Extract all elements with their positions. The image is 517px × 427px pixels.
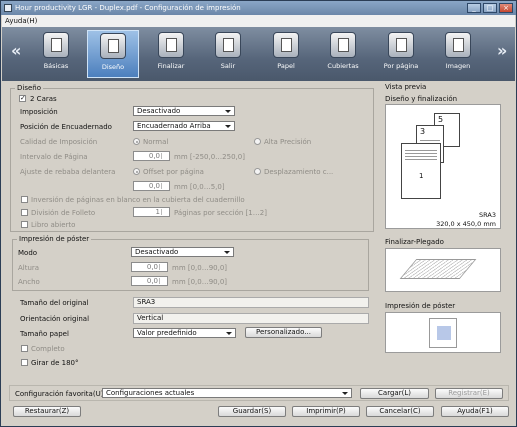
preview-title: Vista previa xyxy=(385,83,427,91)
print-settings-window: Hour productivity LGR - Duplex.pdf - Con… xyxy=(0,0,517,427)
booklet-division-checkbox[interactable] xyxy=(21,209,28,216)
binding-select[interactable]: Encuadernado Arriba xyxy=(133,121,235,131)
paper-size-label: Tamaño papel xyxy=(20,330,69,338)
interval-spinner[interactable]: 0,0 xyxy=(133,151,170,161)
paper-icon xyxy=(273,32,299,58)
booklet-division-label: División de Folleto xyxy=(31,209,96,217)
binding-label: Posición de Encuadernado xyxy=(20,123,112,131)
bleed-offset-radio[interactable] xyxy=(133,168,140,175)
complete-checkbox[interactable] xyxy=(21,345,28,352)
tab-por-pagina[interactable]: Por página xyxy=(375,30,427,78)
fold-preview xyxy=(385,248,501,292)
interval-range: mm [-250,0…250,0] xyxy=(174,153,245,161)
duplex-checkbox[interactable] xyxy=(19,94,26,102)
minimize-button[interactable]: _ xyxy=(467,3,481,13)
poster-height-label: Altura xyxy=(18,264,40,272)
quality-normal-label: Normal xyxy=(143,138,169,146)
preview-page-1: 1 xyxy=(401,143,441,199)
quality-normal-radio[interactable] xyxy=(133,138,140,145)
design-group-title: Diseño xyxy=(15,84,44,92)
tab-cubiertas[interactable]: Cubiertas xyxy=(317,30,369,78)
open-book-checkbox[interactable] xyxy=(21,221,28,228)
poster-mode-label: Modo xyxy=(18,249,38,257)
interval-label: Intervalo de Página xyxy=(20,153,88,161)
design-finish-title: Diseño y finalización xyxy=(385,95,458,103)
pages-per-section-spinner[interactable]: 1 xyxy=(133,207,170,217)
preview-paper-name: SRA3 xyxy=(479,211,496,219)
poster-group-title: Impresión de póster xyxy=(17,235,92,243)
poster-height-spinner[interactable]: 0,0 xyxy=(131,262,168,272)
basic-settings-icon xyxy=(43,32,69,58)
open-book-label: Libro abierto xyxy=(31,221,76,229)
imposition-select[interactable]: Desactivado xyxy=(133,106,235,116)
fold-title: Finalizar-Plegado xyxy=(385,238,444,246)
favorites-select[interactable]: Configuraciones actuales xyxy=(102,388,352,398)
window-title: Hour productivity LGR - Duplex.pdf - Con… xyxy=(15,4,241,12)
poster-width-label: Ancho xyxy=(18,278,40,286)
print-button[interactable]: Imprimir(P) xyxy=(292,406,360,417)
layout-icon xyxy=(100,33,126,59)
bleed-label: Ajuste de rebaba delantera xyxy=(20,168,116,176)
cancel-button[interactable]: Cancelar(C) xyxy=(366,406,434,417)
help-button[interactable]: Ayuda(F1) xyxy=(441,406,509,417)
poster-mode-select[interactable]: Desactivado xyxy=(131,247,234,257)
save-button[interactable]: Guardar(S) xyxy=(218,406,286,417)
tab-papel[interactable]: Papel xyxy=(260,30,312,78)
layout-preview: 5 3 1 SRA3 320,0 x 450,0 mm xyxy=(385,104,501,229)
bleed-shift-label: Desplazamiento c... xyxy=(264,168,334,176)
restore-button[interactable]: Restaurar(Z) xyxy=(13,406,81,417)
original-size-field: SRA3 xyxy=(133,297,369,308)
category-toolbar: « » Básicas Diseño Finalizar Salir Papel… xyxy=(2,27,515,81)
menu-help[interactable]: Ayuda(H) xyxy=(5,17,37,25)
insert-blank-checkbox[interactable] xyxy=(21,196,28,203)
tab-finalizar[interactable]: Finalizar xyxy=(145,30,197,78)
register-button[interactable]: Registrar(E) xyxy=(435,388,503,399)
tab-diseno[interactable]: Diseño xyxy=(87,30,139,78)
rotate-180-label: Girar de 180° xyxy=(31,359,79,367)
output-icon xyxy=(215,32,241,58)
poster-tile-icon xyxy=(437,326,451,340)
maximize-button[interactable]: □ xyxy=(483,3,497,13)
imposition-label: Imposición xyxy=(20,108,58,116)
tab-imagen[interactable]: Imagen xyxy=(432,30,484,78)
original-orientation-label: Orientación original xyxy=(20,315,90,323)
bleed-spinner[interactable]: 0,0 xyxy=(133,181,170,191)
paper-size-select[interactable]: Valor predefinido xyxy=(133,328,236,338)
load-button[interactable]: Cargar(L) xyxy=(360,388,429,399)
quality-label: Calidad de Imposición xyxy=(20,138,98,146)
original-orientation-field: Vertical xyxy=(133,313,369,324)
fold-paper-icon xyxy=(399,259,477,279)
finishing-icon xyxy=(158,32,184,58)
close-button[interactable]: × xyxy=(499,3,513,13)
poster-preview xyxy=(385,312,501,353)
quality-high-radio[interactable] xyxy=(254,138,261,145)
image-icon xyxy=(445,32,471,58)
tab-salir[interactable]: Salir xyxy=(202,30,254,78)
app-icon xyxy=(4,4,12,12)
favorites-label: Configuración favorita(U) xyxy=(15,390,104,398)
prev-arrow-icon[interactable]: « xyxy=(11,41,21,60)
bleed-range: mm [0,0…5,0] xyxy=(174,183,225,191)
custom-size-button[interactable]: Personalizado... xyxy=(245,327,322,338)
next-arrow-icon[interactable]: » xyxy=(497,41,507,60)
poster-width-range: mm [0,0…90,0] xyxy=(172,278,228,286)
duplex-label: 2 Caras xyxy=(30,95,57,103)
covers-icon xyxy=(330,32,356,58)
poster-width-spinner[interactable]: 0,0 xyxy=(131,276,168,286)
poster-preview-title: Impresión de póster xyxy=(385,302,456,310)
complete-label: Completo xyxy=(31,345,65,353)
insert-blank-label: Inversión de páginas en blanco en la cub… xyxy=(31,196,245,204)
quality-high-label: Alta Precisión xyxy=(264,138,312,146)
tab-basicas[interactable]: Básicas xyxy=(30,30,82,78)
bleed-offset-label: Offset por página xyxy=(143,168,204,176)
rotate-180-checkbox[interactable] xyxy=(21,359,28,366)
bleed-shift-radio[interactable] xyxy=(254,168,261,175)
per-page-icon xyxy=(388,32,414,58)
title-bar: Hour productivity LGR - Duplex.pdf - Con… xyxy=(1,1,516,15)
preview-paper-dims: 320,0 x 450,0 mm xyxy=(436,220,496,228)
poster-height-range: mm [0,0…90,0] xyxy=(172,264,228,272)
pages-per-section-label: Páginas por sección [1…2] xyxy=(174,209,267,217)
menu-bar: Ayuda(H) xyxy=(2,15,515,27)
original-size-label: Tamaño del original xyxy=(20,299,89,307)
